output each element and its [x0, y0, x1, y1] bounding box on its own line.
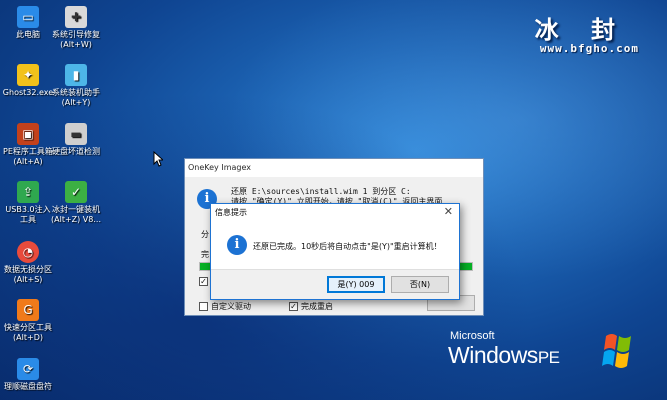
mouse-cursor-icon [153, 151, 163, 167]
desktop-icon-boot-repair[interactable]: ✚ 系统引导修复 (Alt+W) [48, 6, 104, 50]
no-button[interactable]: 否(N) [391, 276, 449, 293]
desktop-icon-label: 冰封一键装机 (Alt+Z) V8... [51, 205, 101, 224]
main-message-line1: 还原 E:\sources\install.wim 1 到分区 C: [231, 187, 411, 196]
message-box-body: i 还原已完成。10秒后将自动点击"是(Y)"重启计算机！ [211, 221, 459, 269]
pe-text: PE [537, 348, 560, 367]
desktop-icon-label: 硬盘坏道检测 [52, 147, 100, 156]
checkbox-label: 自定义驱动 [211, 302, 251, 311]
desktop-icon-label: 系统引导修复 (Alt+W) [52, 30, 100, 49]
message-box-footer: 是(Y) 009 否(N) [211, 269, 459, 299]
usb-inject-icon: ⇪ [17, 181, 39, 203]
desktop-icon-label: 理顺磁盘盘符 [4, 382, 52, 391]
ghost-icon: ✦ [17, 64, 39, 86]
complete-label: 完 [201, 250, 209, 259]
desktop-icon-label: 数据无损分区 (Alt+S) [4, 265, 52, 284]
install-helper-icon: ▮ [65, 64, 87, 86]
desktop-icon-quick-partition[interactable]: G 快速分区工具 (Alt+D) [0, 299, 56, 343]
desktop-icon-install-helper[interactable]: ▮ 系统装机助手 (Alt+Y) [48, 64, 104, 108]
desktop-icon-hdd-check[interactable]: ▬ 硬盘坏道检测 [48, 123, 104, 157]
checkbox-box[interactable] [199, 302, 208, 311]
desktop-icon-label: 系统装机助手 (Alt+Y) [52, 88, 100, 107]
desktop-icon-one-key-install[interactable]: ✓ 冰封一键装机 (Alt+Z) V8... [48, 181, 104, 225]
desktop-icon-label: 快速分区工具 (Alt+D) [4, 323, 52, 342]
windows-flag-icon [602, 334, 631, 368]
checkbox-box[interactable]: ✓ [289, 302, 298, 311]
partition-icon: ◔ [17, 241, 39, 263]
brand-url: www.bfgho.com [539, 42, 639, 55]
info-message-box: 信息提示 ✕ i 还原已完成。10秒后将自动点击"是(Y)"重启计算机！ 是(Y… [210, 203, 460, 300]
reboot-checkbox[interactable]: ✓ 完成重启 [289, 301, 333, 312]
microsoft-text: Microsoft [450, 330, 495, 342]
message-box-text: 还原已完成。10秒后将自动点击"是(Y)"重启计算机！ [253, 242, 442, 251]
message-box-title: 信息提示 [211, 204, 459, 221]
checkbox-label: 完成重启 [301, 302, 333, 311]
one-key-install-icon: ✓ [65, 181, 87, 203]
partition-label: 分 [201, 230, 209, 239]
computer-icon: ▭ [17, 6, 39, 28]
quick-partition-icon: G [17, 299, 39, 321]
custom-driver-checkbox[interactable]: 自定义驱动 [199, 301, 251, 312]
brand-name: 冰 封 [534, 15, 627, 44]
windows-text: Windows [448, 342, 538, 368]
toolbox-icon: ▣ [17, 123, 39, 145]
desktop-icon-lossless-partition[interactable]: ◔ 数据无损分区 (Alt+S) [0, 241, 56, 285]
hdd-check-icon: ▬ [65, 123, 87, 145]
drive-letter-icon: ⟳ [17, 358, 39, 380]
close-icon[interactable]: ✕ [444, 206, 453, 218]
desktop-icon-drive-letter[interactable]: ⟳ 理顺磁盘盘符 [0, 358, 56, 392]
window-title: OneKey Imagex [185, 159, 483, 177]
info-icon: i [227, 235, 247, 255]
windows-pe-logo: WindowsPE [448, 342, 560, 369]
yes-button[interactable]: 是(Y) 009 [327, 276, 385, 293]
checkbox-box[interactable]: ✓ [199, 277, 208, 286]
repair-tool-icon: ✚ [65, 6, 87, 28]
